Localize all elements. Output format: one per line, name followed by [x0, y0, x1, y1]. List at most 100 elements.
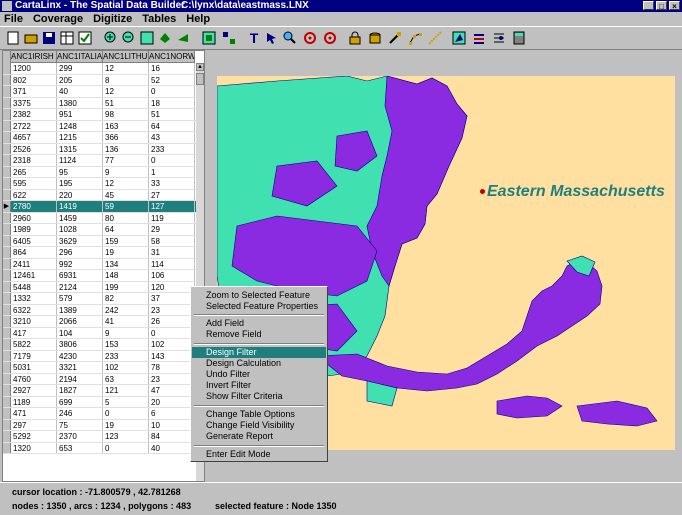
table-cell[interactable]: 299	[57, 63, 103, 74]
table-cell[interactable]: 0	[103, 408, 149, 419]
table-cell[interactable]: 6931	[57, 270, 103, 281]
table-cell[interactable]: 6322	[11, 304, 57, 315]
column-header[interactable]: ANC1ITALIA	[57, 51, 103, 63]
table-cell[interactable]: 26	[149, 316, 195, 327]
table-cell[interactable]: 5292	[11, 431, 57, 442]
row-selector[interactable]	[3, 362, 11, 373]
table-cell[interactable]: 992	[57, 258, 103, 269]
table-cell[interactable]: 10	[149, 419, 195, 430]
table-cell[interactable]: 1200	[11, 63, 57, 74]
row-selector[interactable]	[3, 281, 11, 292]
menu-help[interactable]: Help	[182, 13, 216, 25]
table-cell[interactable]: 233	[149, 143, 195, 154]
calculator-icon[interactable]	[510, 29, 528, 47]
table-cell[interactable]: 595	[11, 178, 57, 189]
row-selector[interactable]	[3, 86, 11, 97]
row-selector[interactable]	[3, 109, 11, 120]
column-header[interactable]: ANC1NORWEC	[149, 51, 195, 63]
table-cell[interactable]: 2318	[11, 155, 57, 166]
table-cell[interactable]: 78	[149, 362, 195, 373]
select-icon[interactable]	[200, 29, 218, 47]
menu-item-show-filter-criteria[interactable]: Show Filter Criteria	[192, 391, 326, 402]
table-cell[interactable]: 699	[57, 396, 103, 407]
row-selector[interactable]	[3, 178, 11, 189]
row-selector[interactable]	[3, 431, 11, 442]
table-row[interactable]: 12461 6931 148 106	[3, 270, 197, 282]
circle-target-icon-2[interactable]	[321, 29, 339, 47]
digitize-line-icon[interactable]	[426, 29, 444, 47]
table-row[interactable]: 1189 699 5 20	[3, 396, 197, 408]
row-selector[interactable]	[3, 270, 11, 281]
edit-feature-icon[interactable]	[386, 29, 404, 47]
table-cell[interactable]: 9	[103, 327, 149, 338]
table-row[interactable]: 864 296 19 31	[3, 247, 197, 259]
table-cell[interactable]: 199	[103, 281, 149, 292]
row-selector[interactable]	[3, 316, 11, 327]
scroll-thumb[interactable]	[196, 73, 204, 85]
table-row[interactable]: 5822 3806 153 102	[3, 339, 197, 351]
table-cell[interactable]: 2194	[57, 373, 103, 384]
table-row[interactable]: 2526 1315 136 233	[3, 143, 197, 155]
menu-tables[interactable]: Tables	[138, 13, 182, 25]
table-cell[interactable]: 0	[149, 86, 195, 97]
text-tool-icon[interactable]: T	[245, 29, 263, 47]
table-cell[interactable]: 102	[103, 362, 149, 373]
table-cell[interactable]: 20	[149, 396, 195, 407]
table-cell[interactable]: 2927	[11, 385, 57, 396]
table-cell[interactable]: 864	[11, 247, 57, 258]
table-cell[interactable]: 59	[103, 201, 149, 212]
table-cell[interactable]: 127	[149, 201, 195, 212]
table-row[interactable]: 417 104 9 0	[3, 327, 197, 339]
table-row[interactable]: 802 205 8 52	[3, 74, 197, 86]
table-cell[interactable]: 51	[103, 97, 149, 108]
row-selector[interactable]	[3, 235, 11, 246]
zoom-in-icon[interactable]	[102, 29, 120, 47]
table-cell[interactable]: 1189	[11, 396, 57, 407]
table-cell[interactable]: 246	[57, 408, 103, 419]
table-cell[interactable]: 3629	[57, 235, 103, 246]
cursor-icon[interactable]	[263, 29, 281, 47]
table-cell[interactable]: 3375	[11, 97, 57, 108]
row-selector[interactable]	[3, 419, 11, 430]
table-cell[interactable]: 82	[103, 293, 149, 304]
table-row[interactable]: 3210 2066 41 26	[3, 316, 197, 328]
table-cell[interactable]: 37	[149, 293, 195, 304]
table-cell[interactable]: 41	[103, 316, 149, 327]
table-cell[interactable]: 19	[103, 419, 149, 430]
menu-item-add-field[interactable]: Add Field	[192, 318, 326, 329]
open-file-icon[interactable]	[22, 29, 40, 47]
table-cell[interactable]: 51	[149, 109, 195, 120]
table-cell[interactable]: 1315	[57, 143, 103, 154]
table-cell[interactable]: 3321	[57, 362, 103, 373]
maximize-button[interactable]: □	[656, 1, 667, 11]
table-cell[interactable]: 19	[103, 247, 149, 258]
table-row[interactable]: 1200 299 12 16	[3, 63, 197, 75]
table-cell[interactable]: 471	[11, 408, 57, 419]
table-cell[interactable]: 120	[149, 281, 195, 292]
close-button[interactable]: ×	[669, 1, 680, 11]
row-selector[interactable]	[3, 373, 11, 384]
minimize-button[interactable]: _	[643, 1, 654, 11]
table-cell[interactable]: 1332	[11, 293, 57, 304]
magnify-icon[interactable]	[281, 29, 299, 47]
row-selector[interactable]	[3, 350, 11, 361]
row-selector[interactable]	[3, 293, 11, 304]
table-row[interactable]: 4760 2194 63 23	[3, 373, 197, 385]
table-cell[interactable]: 159	[103, 235, 149, 246]
table-cell[interactable]: 63	[103, 373, 149, 384]
table-cell[interactable]: 12	[103, 63, 149, 74]
row-selector[interactable]	[3, 304, 11, 315]
table-cell[interactable]: 4230	[57, 350, 103, 361]
table-cell[interactable]: 9	[103, 166, 149, 177]
menu-item-design-calculation[interactable]: Design Calculation	[192, 358, 326, 369]
table-cell[interactable]: 114	[149, 258, 195, 269]
node-icon[interactable]	[406, 29, 424, 47]
new-file-icon[interactable]	[4, 29, 22, 47]
table-row[interactable]: 5448 2124 199 120	[3, 281, 197, 293]
table-cell[interactable]: 1320	[11, 442, 57, 453]
scroll-up-icon[interactable]: ▲	[196, 63, 204, 71]
table-cell[interactable]: 2722	[11, 120, 57, 131]
table-row[interactable]: 1332 579 82 37	[3, 293, 197, 305]
table-cell[interactable]: 297	[11, 419, 57, 430]
table-cell[interactable]: 2411	[11, 258, 57, 269]
